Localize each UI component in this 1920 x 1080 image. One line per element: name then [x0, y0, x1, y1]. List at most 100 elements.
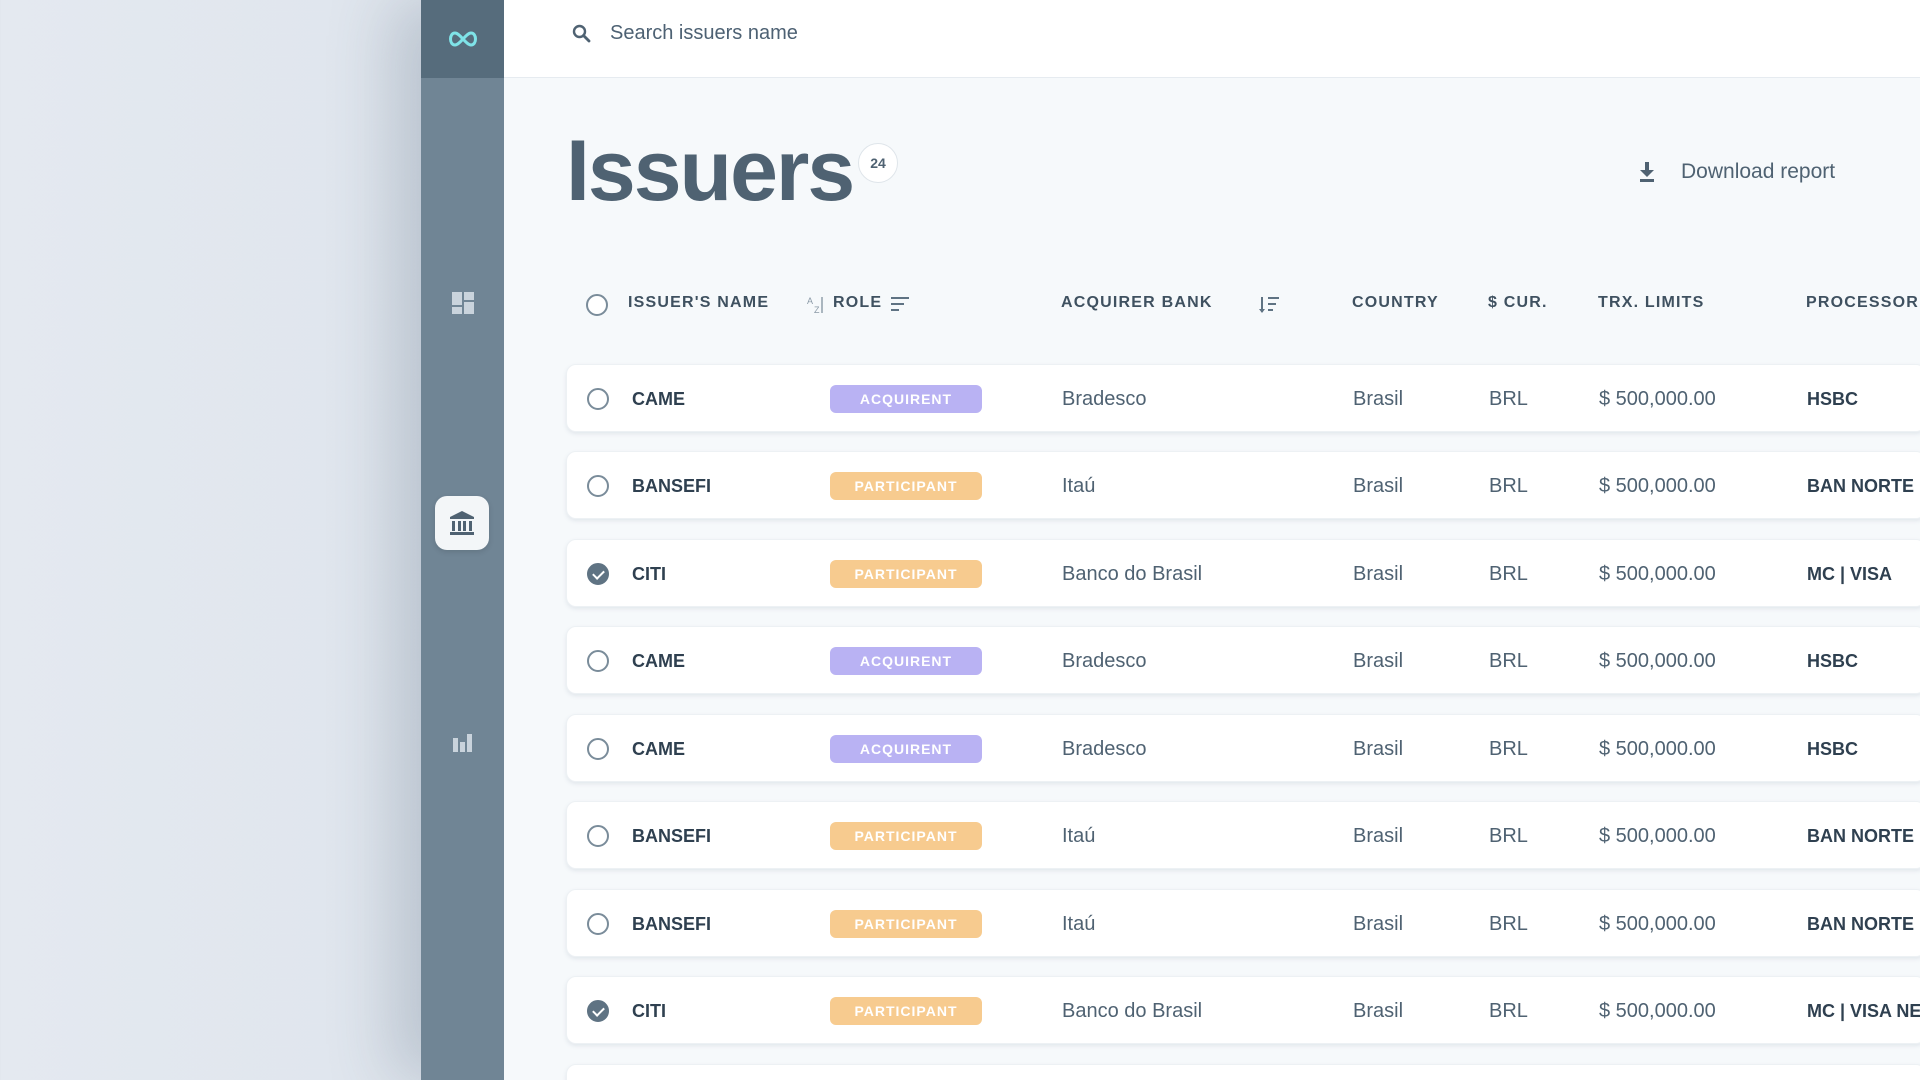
currency: BRL [1489, 650, 1528, 672]
table-row[interactable]: CAME ACQUIRENT Bradesco Brasil BRL $ 500… [566, 626, 1920, 694]
country: Brasil [1353, 563, 1404, 585]
count-badge: 24 [858, 143, 898, 183]
trx-limit: $ 500,000.00 [1599, 1000, 1716, 1022]
trx-limit: $ 500,000.00 [1599, 738, 1716, 760]
svg-text:Z: Z [814, 305, 820, 315]
currency: BRL [1489, 1000, 1528, 1022]
column-header-acquirer-bank: ACQUIRER BANK [1061, 294, 1213, 311]
role-badge: ACQUIRENT [830, 647, 982, 675]
country: Brasil [1353, 825, 1404, 847]
nav-dashboard[interactable] [439, 279, 487, 327]
trx-limit: $ 500,000.00 [1599, 475, 1716, 497]
nav-reports[interactable] [439, 718, 487, 766]
acquirer-bank: Bradesco [1062, 738, 1147, 760]
issuer-name: BANSEFI [632, 914, 712, 934]
processor: BAN NORTE [1807, 914, 1914, 934]
country: Brasil [1353, 1000, 1404, 1022]
currency: BRL [1489, 913, 1528, 935]
processor: BAN NORTE [1807, 826, 1914, 846]
acquirer-bank: Bradesco [1062, 650, 1147, 672]
trx-limit: $ 500,000.00 [1599, 563, 1716, 585]
issuer-name: CAME [632, 651, 685, 671]
table-row[interactable]: CAME ACQUIRENT Bradesco Brasil BRL $ 500… [566, 714, 1920, 782]
row-checkbox[interactable] [587, 388, 609, 410]
column-header-country: COUNTRY [1352, 294, 1439, 311]
role-badge: PARTICIPANT [830, 560, 982, 588]
row-checkbox[interactable] [587, 475, 609, 497]
column-header-processor: PROCESSOR [1806, 294, 1920, 311]
nav-issuers[interactable] [435, 496, 489, 550]
acquirer-bank: Itaú [1062, 913, 1096, 935]
column-header-trx-limits: TRX. LIMITS [1598, 294, 1705, 311]
role-badge: ACQUIRENT [830, 735, 982, 763]
bar-chart-icon [453, 734, 472, 752]
table-row[interactable]: BANSEFI PARTICIPANT Itaú Brasil BRL $ 50… [566, 451, 1920, 519]
filter-lines-icon[interactable] [891, 296, 911, 312]
row-checkbox[interactable] [587, 913, 609, 935]
processor: HSBC [1807, 389, 1859, 409]
acquirer-bank: Itaú [1062, 475, 1096, 497]
country: Brasil [1353, 738, 1404, 760]
logo[interactable] [421, 0, 504, 78]
table-row[interactable]: CITI PARTICIPANT Banco do Brasil Brasil … [566, 976, 1920, 1044]
download-icon [1640, 162, 1654, 182]
issuer-name: BANSEFI [632, 476, 712, 496]
processor: MC | VISA [1807, 564, 1893, 584]
table-header: ISSUER'S NAME A Z ROLE ACQUIRER BANK COU… [566, 290, 1920, 320]
country: Brasil [1353, 913, 1404, 935]
trx-limit: $ 500,000.00 [1599, 825, 1716, 847]
sidebar [421, 0, 504, 1080]
sort-az-icon[interactable]: A Z [806, 295, 828, 315]
row-checkbox[interactable] [587, 650, 609, 672]
processor: BAN NORTE [1807, 476, 1914, 496]
currency: BRL [1489, 738, 1528, 760]
issuer-name: BANSEFI [632, 826, 712, 846]
role-badge: PARTICIPANT [830, 472, 982, 500]
trx-limit: $ 500,000.00 [1599, 650, 1716, 672]
table-row[interactable] [566, 1064, 1920, 1080]
column-header-name: ISSUER'S NAME [628, 294, 770, 311]
sort-desc-icon[interactable] [1258, 295, 1280, 315]
trx-limit: $ 500,000.00 [1599, 913, 1716, 935]
acquirer-bank: Itaú [1062, 825, 1096, 847]
processor: HSBC [1807, 739, 1859, 759]
download-report-label: Download report [1681, 160, 1836, 183]
svg-text:A: A [807, 296, 813, 306]
top-bar [504, 0, 1920, 78]
table-row[interactable]: CAME ACQUIRENT Bradesco Brasil BRL $ 500… [566, 364, 1920, 432]
row-checkbox[interactable] [587, 563, 609, 585]
dashboard-icon [452, 292, 474, 314]
table-row[interactable]: CITI PARTICIPANT Banco do Brasil Brasil … [566, 539, 1920, 607]
role-badge: ACQUIRENT [830, 385, 982, 413]
table-row[interactable]: BANSEFI PARTICIPANT Itaú Brasil BRL $ 50… [566, 889, 1920, 957]
acquirer-bank: Bradesco [1062, 388, 1147, 410]
download-report-button[interactable]: Download report [1637, 152, 1835, 192]
role-badge: PARTICIPANT [830, 822, 982, 850]
page-title: Issuers [566, 123, 855, 219]
country: Brasil [1353, 650, 1404, 672]
row-checkbox[interactable] [587, 825, 609, 847]
search-input[interactable] [610, 18, 1210, 48]
country: Brasil [1353, 475, 1404, 497]
issuer-name: CITI [632, 1001, 666, 1021]
role-badge: PARTICIPANT [830, 997, 982, 1025]
search-icon[interactable] [570, 22, 594, 46]
currency: BRL [1489, 388, 1528, 410]
select-all-checkbox[interactable] [586, 294, 608, 316]
acquirer-bank: Banco do Brasil [1062, 563, 1203, 585]
currency: BRL [1489, 475, 1528, 497]
row-checkbox[interactable] [587, 738, 609, 760]
column-header-currency: $ CUR. [1488, 294, 1548, 311]
row-checkbox[interactable] [587, 1000, 609, 1022]
table-row[interactable]: BANSEFI PARTICIPANT Itaú Brasil BRL $ 50… [566, 801, 1920, 869]
column-header-role: ROLE [833, 294, 883, 311]
infinity-logo-icon [448, 31, 477, 47]
issuer-name: CAME [632, 739, 685, 759]
processor: HSBC [1807, 651, 1859, 671]
app-window: Issuers 24 Download report ISSUER'S NAME… [421, 0, 1920, 1080]
processor: MC | VISA NE [1807, 1001, 1920, 1021]
trx-limit: $ 500,000.00 [1599, 388, 1716, 410]
currency: BRL [1489, 825, 1528, 847]
role-badge: PARTICIPANT [830, 910, 982, 938]
bank-icon [450, 511, 474, 535]
